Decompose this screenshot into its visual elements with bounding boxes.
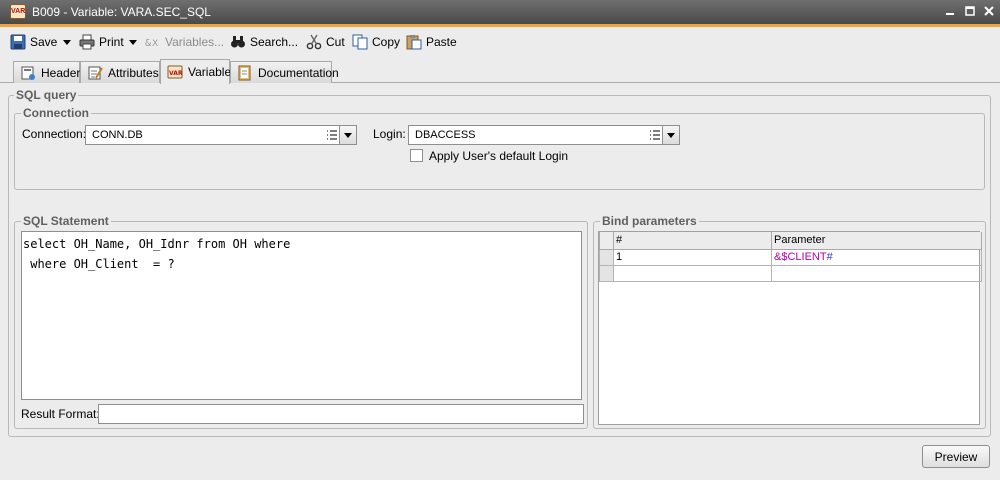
sql-statement-legend: SQL Statement: [21, 214, 111, 228]
svg-text:&: &: [145, 38, 151, 49]
save-dropdown-icon[interactable]: [63, 40, 71, 45]
variables-icon: & X: [145, 34, 161, 50]
maximize-icon[interactable]: [962, 3, 978, 19]
svg-text:X: X: [152, 39, 158, 49]
variable-app-icon: VAR: [10, 4, 26, 19]
parameter-suffix: #: [826, 251, 833, 263]
parameter-cell[interactable]: &$CLIENT#: [771, 248, 982, 266]
binoculars-icon: [230, 34, 246, 50]
cut-button[interactable]: Cut: [306, 32, 345, 52]
documentation-icon: [237, 65, 253, 81]
connection-legend: Connection: [21, 106, 91, 120]
title-bar: VAR B009 - Variable: VARA.SEC_SQL: [0, 0, 1000, 24]
print-dropdown-icon[interactable]: [129, 40, 137, 45]
tab-attributes[interactable]: Attributes: [80, 61, 160, 83]
paste-button[interactable]: Paste: [406, 32, 457, 52]
tab-attributes-label: Attributes: [108, 65, 159, 80]
cut-label: Cut: [326, 35, 345, 49]
tab-header[interactable]: Header: [13, 61, 80, 83]
search-button[interactable]: Search...: [230, 32, 298, 52]
result-format-label: Result Format:: [21, 407, 100, 421]
paste-label: Paste: [426, 35, 457, 49]
window-title: B009 - Variable: VARA.SEC_SQL: [32, 5, 211, 19]
paste-icon: [406, 34, 422, 50]
row-header-corner: [599, 232, 614, 250]
tab-documentation-label: Documentation: [258, 65, 339, 80]
bind-parameters-legend: Bind parameters: [600, 214, 699, 228]
copy-button[interactable]: Copy: [352, 32, 400, 52]
print-button[interactable]: Print: [79, 32, 124, 52]
save-icon: [10, 34, 26, 50]
login-dropdown-icon[interactable]: [662, 126, 679, 144]
attributes-icon: [87, 65, 103, 81]
tab-variable-label: Variable: [188, 65, 232, 79]
sql-statement-editor[interactable]: select OH_Name, OH_Idnr from OH where wh…: [21, 231, 582, 400]
column-header-number[interactable]: #: [613, 232, 772, 250]
sql-query-legend: SQL query: [14, 88, 79, 102]
copy-icon: [352, 34, 368, 50]
number-cell[interactable]: [613, 264, 772, 282]
connection-select[interactable]: CONN.DB: [85, 125, 357, 145]
apply-default-login-label: Apply User's default Login: [429, 149, 569, 163]
variable-icon: VAR: [167, 64, 183, 80]
login-label: Login:: [373, 127, 406, 141]
tab-header-label: Header: [41, 65, 81, 80]
login-value: DBACCESS: [415, 129, 476, 141]
list-icon[interactable]: [326, 129, 338, 141]
column-header-parameter[interactable]: Parameter: [771, 232, 982, 250]
tab-variable[interactable]: VAR Variable: [160, 59, 232, 84]
tab-strip: Header Attributes VAR Variable Documenta…: [0, 59, 1000, 84]
parameter-name: $CLIENT: [781, 251, 827, 263]
row-header[interactable]: [599, 264, 614, 282]
preview-button[interactable]: Preview: [922, 445, 990, 468]
svg-text:VAR: VAR: [169, 70, 183, 77]
parameter-cell[interactable]: [771, 264, 982, 282]
close-icon[interactable]: [981, 3, 997, 19]
scissors-icon: [306, 34, 322, 50]
row-header[interactable]: [599, 248, 614, 266]
connection-label: Connection:: [22, 127, 87, 141]
connection-dropdown-icon[interactable]: [339, 126, 356, 144]
tab-documentation[interactable]: Documentation: [230, 61, 339, 83]
header-icon: [20, 65, 36, 81]
bind-parameters-table[interactable]: # Parameter 1 &$CLIENT#: [598, 231, 982, 425]
number-cell[interactable]: 1: [613, 248, 772, 266]
table-row[interactable]: 1 &$CLIENT#: [599, 248, 982, 266]
variables-label: Variables...: [165, 35, 225, 49]
toolbar: Save Print & X Variables... Search... Cut…: [0, 27, 1000, 57]
save-button[interactable]: Save: [10, 32, 57, 52]
print-label: Print: [99, 35, 124, 49]
minimize-icon[interactable]: [942, 3, 958, 19]
connection-value: CONN.DB: [92, 129, 143, 141]
variables-button[interactable]: & X Variables...: [145, 32, 224, 52]
table-row[interactable]: [599, 264, 982, 282]
list-icon[interactable]: [649, 129, 661, 141]
apply-default-login-checkbox[interactable]: [410, 149, 423, 162]
result-format-input[interactable]: [98, 404, 584, 424]
save-label: Save: [30, 35, 58, 49]
search-label: Search...: [250, 35, 299, 49]
copy-label: Copy: [372, 35, 401, 49]
printer-icon: [79, 34, 95, 50]
login-select[interactable]: DBACCESS: [408, 125, 680, 145]
